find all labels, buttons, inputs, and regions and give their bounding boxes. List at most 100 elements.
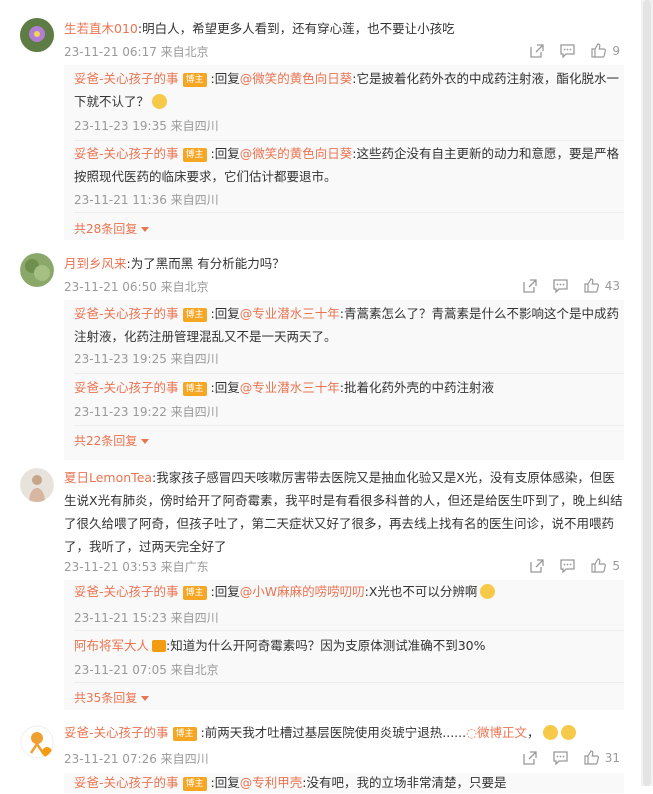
like-button[interactable]: 9 <box>591 43 620 58</box>
author-badge: 博主 <box>182 382 207 396</box>
like-button[interactable]: 43 <box>584 278 620 293</box>
reply-meta: 23-11-23 19:22 来自四川 <box>74 405 219 419</box>
like-count: 9 <box>612 43 620 58</box>
reply-username[interactable]: 妥爸-关心孩子的事 <box>74 306 179 321</box>
crown-icon <box>152 640 167 652</box>
comment-button[interactable] <box>553 278 568 293</box>
comment-button[interactable] <box>560 558 576 573</box>
share-icon <box>523 750 537 765</box>
comment-meta: 23-11-21 07:26 来自四川 <box>64 752 209 766</box>
avatar[interactable] <box>20 253 54 287</box>
divider <box>74 140 624 141</box>
comment-text: :明白人，希望更多人看到，还有穿心莲，也不要让小孩吃 <box>137 21 455 36</box>
author-badge: 博主 <box>182 73 207 87</box>
more-replies-label: 共28条回复 <box>74 222 138 236</box>
like-count: 31 <box>604 750 620 765</box>
reply: 妥爸-关心孩子的事 博主:回复@专业潜水三十年:青蒿素怎么了？青蒿素是什么不影响这… <box>74 302 624 348</box>
comment-username[interactable]: 夏日LemonTea <box>64 470 152 485</box>
author-badge: 博主 <box>182 308 207 322</box>
reply-meta: 23-11-21 11:36 来自四川 <box>74 193 219 207</box>
mention-link[interactable]: @专利甲壳 <box>240 775 303 790</box>
reply: 阿布将军大人 :知道为什么开阿奇霉素吗？因为支原体测试准确不到30% <box>74 634 624 657</box>
share-button[interactable] <box>530 43 545 58</box>
mention-link[interactable]: @微笑的黄色向日葵 <box>240 71 353 86</box>
comment: 夏日LemonTea:我家孩子感冒四天咳嗽厉害带去医院又是抽血化验又是X光，没有… <box>0 465 640 710</box>
more-replies-link[interactable]: 共28条回复 <box>74 220 150 237</box>
comment-username[interactable]: 生若直木010 <box>64 21 138 36</box>
reply-meta: 23-11-21 07:05 来自北京 <box>74 663 219 677</box>
comment-button[interactable] <box>553 750 568 765</box>
comment-icon <box>560 558 576 573</box>
avatar[interactable] <box>20 18 54 52</box>
comment-meta: 23-11-21 06:50 来自北京 <box>64 280 209 294</box>
chevron-down-icon <box>141 696 150 701</box>
reply-prefix: :回复 <box>210 775 240 790</box>
comment-button[interactable] <box>560 43 576 58</box>
weibo-post-link[interactable]: ◌微博正文 <box>466 725 527 740</box>
share-button[interactable] <box>530 558 545 573</box>
reply: 妥爸-关心孩子的事 博主:回复@专利甲壳:没有吧，我的立场非常清楚，只要是 <box>74 771 624 794</box>
avatar[interactable] <box>20 725 54 759</box>
reply-username[interactable]: 妥爸-关心孩子的事 <box>74 71 179 86</box>
mention-link[interactable]: @专业潜水三十年 <box>240 380 340 395</box>
avatar[interactable] <box>20 468 54 502</box>
reply-username[interactable]: 妥爸-关心孩子的事 <box>74 380 179 395</box>
comment-body: 妥爸-关心孩子的事 博主:前两天我才吐槽过基层医院使用炎琥宁退热......◌微博… <box>64 721 624 744</box>
divider <box>74 425 624 426</box>
mention-link[interactable]: @专业潜水三十年 <box>240 306 340 321</box>
comment-text: :为了黑而黑 有分析能力吗？ <box>126 256 285 271</box>
comment-text: :前两天我才吐槽过基层医院使用炎琥宁退热...... <box>200 725 467 740</box>
reply-text: :X光也不可以分辨啊 <box>364 584 478 599</box>
emoji-icon <box>560 725 576 740</box>
divider <box>74 373 624 374</box>
author-badge: 博主 <box>182 148 207 162</box>
reply-username[interactable]: 阿布将军大人 <box>74 638 149 653</box>
comment-actions: 31 <box>523 750 620 765</box>
reply-username[interactable]: 妥爸-关心孩子的事 <box>74 146 179 161</box>
reply-prefix: :回复 <box>210 380 240 395</box>
reply-username[interactable]: 妥爸-关心孩子的事 <box>74 584 179 599</box>
comment-icon <box>560 43 576 58</box>
comment-username[interactable]: 月到乡风来 <box>64 256 127 271</box>
like-icon <box>591 43 607 58</box>
chevron-down-icon <box>141 227 150 232</box>
like-icon <box>591 558 607 573</box>
scrollbar-thumb[interactable] <box>643 0 651 786</box>
like-icon <box>584 278 599 293</box>
reply-prefix: :回复 <box>210 71 240 86</box>
more-replies-link[interactable]: 共22条回复 <box>74 432 150 449</box>
share-button[interactable] <box>523 278 537 293</box>
emoji-icon <box>542 725 558 740</box>
reply-meta: 23-11-23 19:25 来自四川 <box>74 352 219 366</box>
like-button[interactable]: 5 <box>591 558 620 573</box>
weibo-post-link-label: 微博正文 <box>477 725 528 740</box>
comment: 生若直木010:明白人，希望更多人看到，还有穿心莲，也不要让小孩吃 23-11-… <box>0 0 640 240</box>
reply-prefix: :回复 <box>210 584 240 599</box>
mention-link[interactable]: @微笑的黄色向日葵 <box>240 146 353 161</box>
more-replies-link[interactable]: 共35条回复 <box>74 689 150 706</box>
emoji-icon <box>152 94 168 109</box>
reply-username[interactable]: 妥爸-关心孩子的事 <box>74 775 179 790</box>
comment-actions: 9 <box>530 43 620 58</box>
reply-prefix: :回复 <box>210 146 240 161</box>
reply-meta: 23-11-23 19:35 来自四川 <box>74 119 219 133</box>
comment-meta: 23-11-21 03:53 来自广东 <box>64 560 209 574</box>
comment-actions: 5 <box>530 558 620 573</box>
like-button[interactable]: 31 <box>584 750 620 765</box>
reply-text: :知道为什么开阿奇霉素吗？因为支原体测试准确不到30% <box>166 638 486 653</box>
comment-body: 夏日LemonTea:我家孩子感冒四天咳嗽厉害带去医院又是抽血化验又是X光，没有… <box>64 466 624 558</box>
comment-meta: 23-11-21 06:17 来自北京 <box>64 45 209 59</box>
reply-prefix: :回复 <box>210 306 240 321</box>
comment-username[interactable]: 妥爸-关心孩子的事 <box>64 725 169 740</box>
share-button[interactable] <box>523 750 537 765</box>
comment-actions: 43 <box>523 278 620 293</box>
link-icon: ◌ <box>466 725 478 740</box>
more-replies-label: 共22条回复 <box>74 434 138 448</box>
share-icon <box>530 43 545 58</box>
mention-link[interactable]: @小W麻麻的唠唠叨叨 <box>240 584 365 599</box>
reply: 妥爸-关心孩子的事 博主:回复@专业潜水三十年:批着化药外壳的中药注射液 <box>74 376 624 399</box>
emoji-icon <box>480 584 496 599</box>
author-badge: 博主 <box>182 586 207 600</box>
chevron-down-icon <box>141 439 150 444</box>
like-icon <box>584 750 599 765</box>
